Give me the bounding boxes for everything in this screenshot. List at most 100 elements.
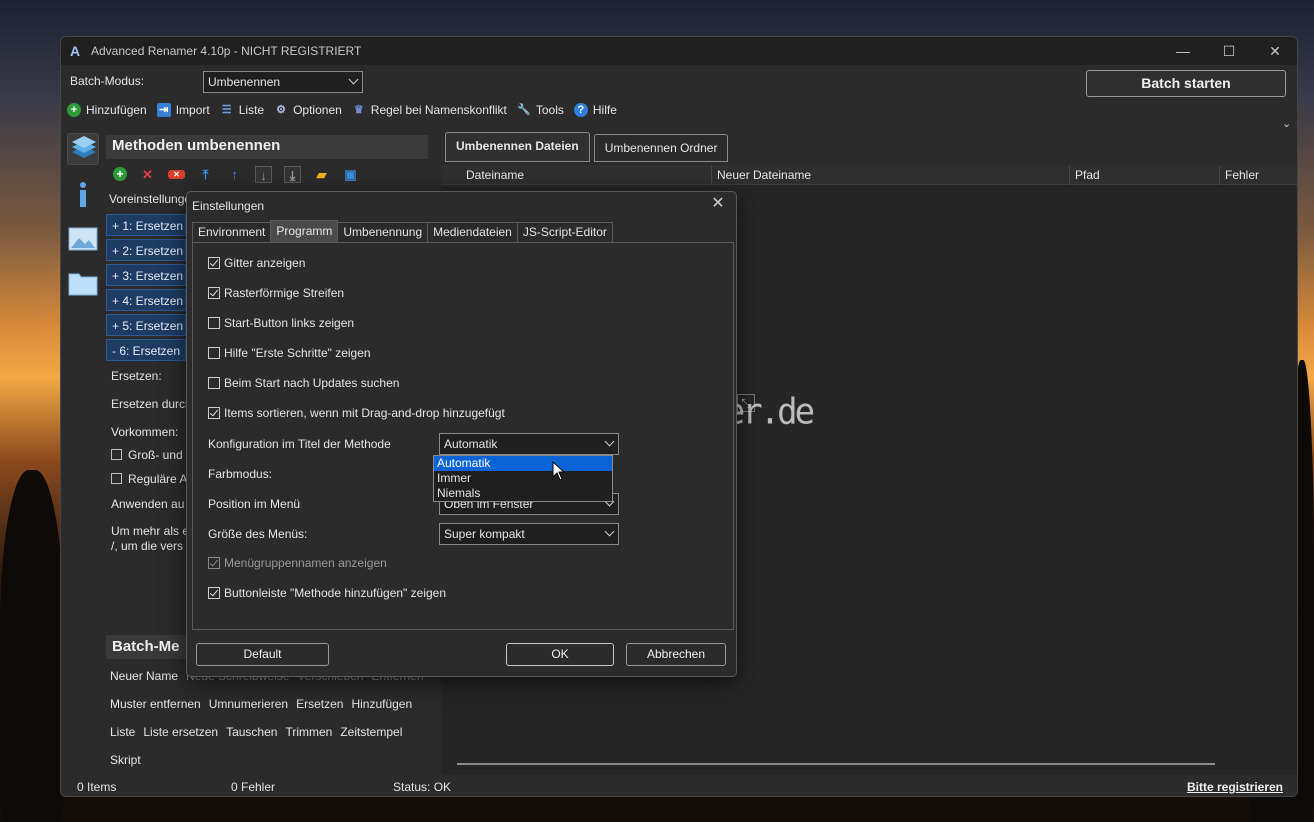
image-icon[interactable] bbox=[67, 223, 99, 255]
maximize-button[interactable]: ☐ bbox=[1214, 41, 1244, 61]
clear-methods-icon[interactable]: ✕ bbox=[168, 169, 185, 179]
column-separator[interactable] bbox=[711, 165, 712, 185]
regex-checkbox[interactable]: Reguläre A bbox=[111, 472, 187, 486]
replace-label: Ersetzen: bbox=[111, 369, 162, 383]
tab-programm[interactable]: Programm bbox=[270, 220, 339, 242]
batch-method-link[interactable]: Umnumerieren bbox=[209, 697, 288, 711]
folder-open-icon[interactable]: ▰ bbox=[313, 166, 330, 183]
batch-methods-title: Batch-Me bbox=[106, 635, 196, 659]
batch-method-link[interactable]: Trimmen bbox=[285, 725, 332, 739]
batch-mode-label: Batch-Modus: bbox=[70, 74, 145, 88]
dropdown-option[interactable]: Niemals bbox=[434, 486, 612, 501]
delete-method-icon[interactable]: ✕ bbox=[139, 166, 156, 183]
dropdown-option[interactable]: Automatik bbox=[434, 456, 612, 471]
batch-method-link[interactable]: Hinzufügen bbox=[351, 697, 412, 711]
config-in-title-label: Konfiguration im Titel der Methode bbox=[208, 437, 391, 451]
column-header-filename[interactable]: Dateiname bbox=[466, 168, 524, 182]
toolbar-label: Hinzufügen bbox=[86, 103, 147, 117]
close-button[interactable]: ✕ bbox=[1260, 41, 1290, 61]
batch-mode-select[interactable]: Umbenennen bbox=[203, 71, 363, 93]
checkbox-checked-icon bbox=[208, 407, 220, 419]
method-row[interactable]: + 5: Ersetzen bbox=[106, 314, 186, 336]
dialog-panel: Gitter anzeigen Rasterförmige Streifen S… bbox=[192, 242, 734, 630]
method-row[interactable]: - 6: Ersetzen bbox=[106, 339, 186, 361]
option-label: Start-Button links zeigen bbox=[224, 316, 355, 330]
column-separator[interactable] bbox=[1219, 165, 1220, 185]
save-icon[interactable]: ▣ bbox=[342, 166, 359, 183]
chevron-down-icon bbox=[604, 526, 615, 537]
move-down-icon[interactable]: ↓ bbox=[255, 165, 272, 183]
batch-methods-row: Skript bbox=[110, 753, 141, 767]
batch-method-link[interactable]: Tauschen bbox=[226, 725, 277, 739]
folder-icon[interactable] bbox=[67, 267, 99, 299]
horizontal-scrollbar[interactable] bbox=[457, 763, 1215, 765]
help-icon: ? bbox=[573, 103, 588, 117]
batch-method-link[interactable]: Liste bbox=[110, 725, 135, 739]
menu-group-names-checkbox[interactable]: Menügruppennamen anzeigen bbox=[208, 556, 387, 570]
first-steps-help-checkbox[interactable]: Hilfe "Erste Schritte" zeigen bbox=[208, 346, 371, 360]
case-sensitive-checkbox[interactable]: Groß- und bbox=[111, 448, 183, 462]
add-method-icon[interactable]: + bbox=[113, 167, 127, 181]
column-separator[interactable] bbox=[1069, 165, 1070, 185]
tab-environment[interactable]: Environment bbox=[192, 222, 272, 242]
chevron-double-down-icon[interactable]: ⌄ bbox=[1282, 117, 1292, 130]
default-button[interactable]: Default bbox=[196, 643, 329, 666]
method-row[interactable]: + 1: Ersetzen bbox=[106, 214, 186, 236]
tab-rename-files[interactable]: Umbenennen Dateien bbox=[445, 132, 590, 162]
menu-size-select[interactable]: Super kompakt bbox=[439, 523, 619, 545]
toolbar-import-button[interactable]: ⇥ Import bbox=[156, 103, 210, 117]
batch-method-link[interactable]: Muster entfernen bbox=[110, 697, 201, 711]
method-row[interactable]: + 4: Ersetzen bbox=[106, 289, 186, 311]
method-row[interactable]: + 3: Ersetzen bbox=[106, 264, 186, 286]
column-header-path[interactable]: Pfad bbox=[1075, 168, 1100, 182]
move-top-icon[interactable]: ⤒ bbox=[197, 166, 214, 183]
toolbar-options-button[interactable]: ⚙ Optionen bbox=[274, 103, 342, 117]
ok-button[interactable]: OK bbox=[506, 643, 614, 666]
toolbar-label: Tools bbox=[535, 103, 564, 117]
dropdown-option[interactable]: Immer bbox=[434, 471, 612, 486]
toolbar-label: Hilfe bbox=[592, 103, 617, 117]
batch-method-link[interactable]: Neuer Name bbox=[110, 669, 178, 683]
tab-umbenennung[interactable]: Umbenennung bbox=[337, 222, 429, 242]
info-icon[interactable] bbox=[67, 179, 99, 211]
check-updates-checkbox[interactable]: Beim Start nach Updates suchen bbox=[208, 376, 399, 390]
register-link[interactable]: Bitte registrieren bbox=[1187, 780, 1283, 794]
minimize-button[interactable]: — bbox=[1168, 41, 1198, 61]
add-method-toolbar-checkbox[interactable]: Buttonleiste "Methode hinzufügen" zeigen bbox=[208, 586, 446, 600]
tab-rename-folders[interactable]: Umbenennen Ordner bbox=[593, 134, 729, 162]
toolbar-help-button[interactable]: ? Hilfe bbox=[573, 103, 617, 117]
list-header: Dateiname Neuer Dateiname Pfad Fehler bbox=[441, 165, 1297, 185]
batch-method-link[interactable]: Ersetzen bbox=[296, 697, 343, 711]
column-header-error[interactable]: Fehler bbox=[1225, 168, 1259, 182]
checkbox-icon bbox=[208, 317, 220, 329]
tab-js-script-editor[interactable]: JS-Script-Editor bbox=[516, 222, 613, 242]
toolbar-conflict-rule-button[interactable]: ♛ Regel bei Namenskonflikt bbox=[352, 103, 507, 117]
toolbar-add-button[interactable]: + Hinzufügen bbox=[67, 103, 147, 117]
cancel-button[interactable]: Abbrechen bbox=[626, 643, 726, 666]
column-header-new-filename[interactable]: Neuer Dateiname bbox=[717, 168, 811, 182]
occurrences-label: Vorkommen: bbox=[111, 425, 179, 439]
toolbar-tools-button[interactable]: 🔧 Tools bbox=[517, 103, 564, 117]
batch-method-link[interactable]: Zeitstempel bbox=[340, 725, 402, 739]
window-title: Advanced Renamer 4.10p - NICHT REGISTRIE… bbox=[91, 44, 362, 58]
close-icon[interactable]: ✕ bbox=[709, 195, 727, 213]
hint-text: Um mehr als e bbox=[111, 524, 190, 538]
start-button-left-checkbox[interactable]: Start-Button links zeigen bbox=[208, 316, 354, 330]
sort-on-drop-checkbox[interactable]: Items sortieren, wenn mit Drag-and-drop … bbox=[208, 406, 505, 420]
toolbar-list-button[interactable]: ☰ Liste bbox=[220, 103, 264, 117]
batch-start-button[interactable]: Batch starten bbox=[1086, 70, 1286, 97]
batch-method-link[interactable]: Liste ersetzen bbox=[143, 725, 218, 739]
hint-text: /, um die vers bbox=[111, 539, 184, 553]
option-label: Hilfe "Erste Schritte" zeigen bbox=[224, 346, 371, 360]
methods-panel-title: Methoden umbenennen bbox=[106, 135, 428, 159]
method-row[interactable]: + 2: Ersetzen bbox=[106, 239, 186, 261]
layers-icon[interactable] bbox=[67, 133, 99, 165]
items-count: 0 Items bbox=[77, 780, 117, 794]
tab-mediendateien[interactable]: Mediendateien bbox=[427, 222, 518, 242]
grid-stripes-checkbox[interactable]: Rasterförmige Streifen bbox=[208, 286, 344, 300]
config-in-title-select[interactable]: Automatik bbox=[439, 433, 619, 455]
batch-method-link[interactable]: Skript bbox=[110, 753, 141, 767]
show-grid-checkbox[interactable]: Gitter anzeigen bbox=[208, 256, 305, 270]
move-bottom-icon[interactable]: ⤓ bbox=[284, 165, 301, 183]
move-up-icon[interactable]: ↑ bbox=[226, 166, 243, 183]
